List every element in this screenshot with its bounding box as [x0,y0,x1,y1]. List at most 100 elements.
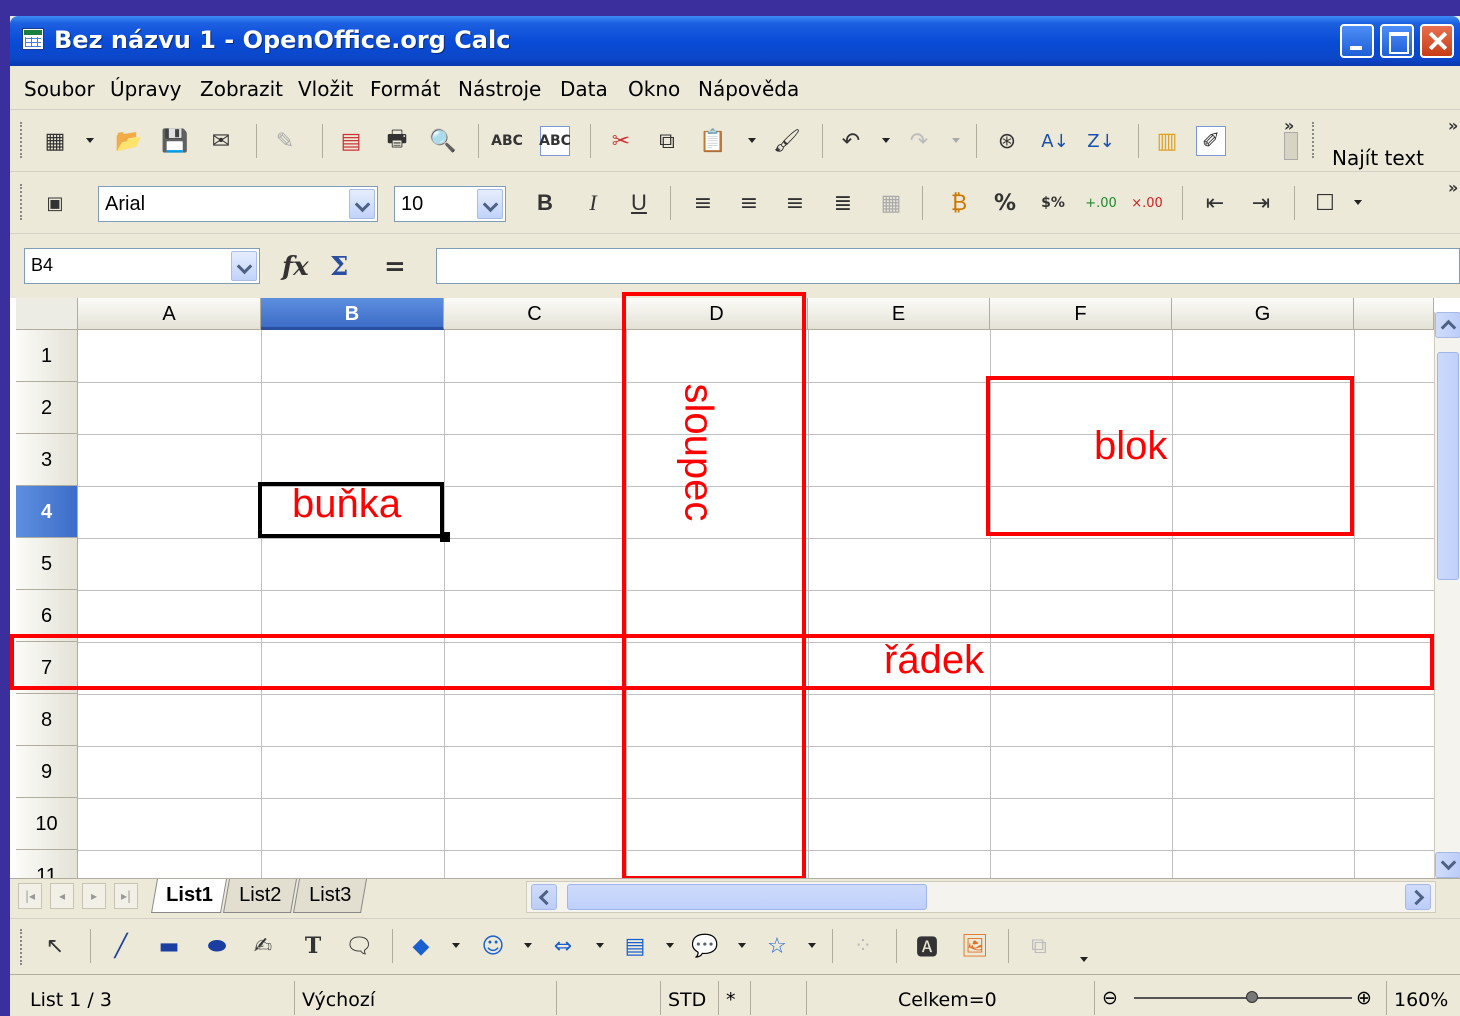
scroll-down-button[interactable] [1435,852,1460,878]
previous-sheet-button[interactable]: ◂ [50,883,74,909]
callouts-icon[interactable]: 💬 [690,931,720,961]
menu-vlozit[interactable]: Vložit [298,77,353,101]
vertical-scrollbar[interactable] [1434,312,1460,880]
horizontal-scrollbar[interactable] [526,881,1436,913]
row-header-5[interactable]: 5 [16,538,78,590]
scroll-left-button[interactable] [531,884,557,910]
cut-icon[interactable]: ✂ [606,126,636,156]
align-right-icon[interactable]: ≡ [780,188,810,218]
redo-icon[interactable]: ↷ [904,126,934,156]
column-header-f[interactable]: F [990,298,1172,330]
zoom-slider-thumb[interactable] [1246,991,1258,1003]
horizontal-scroll-thumb[interactable] [567,884,927,910]
print-icon[interactable]: 🖶 [382,126,412,156]
row-header-10[interactable]: 10 [16,798,78,850]
column-header-e[interactable]: E [808,298,990,330]
insert-image-icon[interactable]: 🖼 [960,931,990,961]
open-folder-icon[interactable]: 📂 [114,126,144,156]
last-sheet-button[interactable]: ▸| [114,883,138,909]
freeform-tool-icon[interactable]: ✍ [248,931,278,961]
extrusion-icon[interactable]: ⧉ [1024,931,1054,961]
menu-soubor[interactable]: Soubor [24,77,95,101]
sort-descending-icon[interactable]: Z↓ [1086,126,1116,156]
find-overflow-icon[interactable]: » [1448,116,1458,135]
find-text-label[interactable]: Najít text [1332,146,1424,170]
navigator-icon[interactable]: ⊛ [992,126,1022,156]
zoom-slider[interactable] [1134,997,1352,999]
row-header-3[interactable]: 3 [16,434,78,486]
flowchart-dropdown-icon[interactable] [666,943,674,948]
flowchart-icon[interactable]: ▤ [620,931,650,961]
email-icon[interactable]: ✉ [206,126,236,156]
row-header-1[interactable]: 1 [16,330,78,382]
menu-data[interactable]: Data [560,77,608,101]
export-pdf-icon[interactable]: ▤ [336,126,366,156]
drawing-overflow-icon[interactable] [1080,957,1088,962]
fill-handle[interactable] [440,532,450,542]
title-bar[interactable]: Bez názvu 1 - OpenOffice.org Calc [10,16,1460,66]
styles-icon[interactable]: ▣ [40,188,70,218]
zoom-out-icon[interactable]: ⊖ [1102,987,1118,1009]
borders-icon[interactable]: ☐ [1310,188,1340,218]
close-button[interactable] [1420,24,1454,58]
selection-sum[interactable]: Celkem=0 [898,989,997,1011]
paste-dropdown-icon[interactable] [748,138,756,143]
line-tool-icon[interactable]: ╱ [106,931,136,961]
increase-indent-icon[interactable]: ⇥ [1246,188,1276,218]
decrease-indent-icon[interactable]: ⇤ [1200,188,1230,218]
fontwork-icon[interactable]: 🅰 [912,931,942,961]
row-header-2[interactable]: 2 [16,382,78,434]
zoom-level[interactable]: 160% [1394,989,1448,1011]
column-header-c[interactable]: C [444,298,626,330]
bold-icon[interactable]: B [530,188,560,218]
toolbar-overflow-dropdown[interactable] [1284,132,1298,160]
align-left-icon[interactable]: ≡ [688,188,718,218]
percent-format-icon[interactable]: % [990,188,1020,218]
basic-shapes-dropdown-icon[interactable] [452,943,460,948]
name-box-dropdown-icon[interactable] [231,251,257,281]
row-header-4[interactable]: 4 [16,486,78,538]
redo-dropdown-icon[interactable] [952,138,960,143]
column-header-b[interactable]: B [261,298,444,330]
minimize-button[interactable] [1340,24,1374,58]
row-header-11[interactable]: 11 [16,850,78,878]
add-decimal-icon[interactable]: +.00 [1085,188,1117,218]
undo-icon[interactable]: ↶ [836,126,866,156]
sum-icon[interactable]: Σ [330,252,348,282]
first-sheet-button[interactable]: |◂ [18,883,42,909]
selection-mode[interactable]: STD [668,989,706,1011]
column-header-h[interactable] [1354,298,1434,330]
borders-dropdown-icon[interactable] [1354,200,1362,205]
zoom-in-icon[interactable]: ⊕ [1356,987,1372,1009]
font-size-dropdown-icon[interactable] [477,189,503,219]
function-equals-icon[interactable]: = [384,252,406,282]
italic-icon[interactable]: I [578,188,608,218]
row-header-9[interactable]: 9 [16,746,78,798]
stars-icon[interactable]: ☆ [762,931,792,961]
row-header-8[interactable]: 8 [16,694,78,746]
print-preview-icon[interactable]: 🔍 [428,126,458,156]
undo-dropdown-icon[interactable] [882,138,890,143]
menu-okno[interactable]: Okno [628,77,680,101]
points-icon[interactable]: ⁘ [848,931,878,961]
ellipse-tool-icon[interactable]: ⬬ [202,931,232,961]
menu-upravy[interactable]: Úpravy [110,77,181,101]
function-wizard-icon[interactable]: fx [282,252,309,282]
column-header-g[interactable]: G [1172,298,1354,330]
merge-cells-icon[interactable]: ▦ [876,188,906,218]
chart-icon[interactable]: ▥ [1152,126,1182,156]
name-box[interactable]: B4 [24,248,260,284]
symbol-shapes-dropdown-icon[interactable] [524,943,532,948]
font-name-dropdown-icon[interactable] [349,189,375,219]
page-style[interactable]: Výchozí [302,989,375,1011]
stars-dropdown-icon[interactable] [808,943,816,948]
toolbar-grip[interactable] [20,122,24,158]
next-sheet-button[interactable]: ▸ [82,883,106,909]
callout-tool-icon[interactable]: 🗨 [344,931,374,961]
sheet-tab-list1[interactable]: List1 [151,879,227,913]
auto-spellcheck-icon[interactable]: ABC [539,126,571,156]
toolbar-grip[interactable] [20,929,24,965]
justify-icon[interactable]: ≣ [828,188,858,218]
toolbar-grip[interactable] [20,184,24,220]
calc-app-icon[interactable] [22,28,44,50]
